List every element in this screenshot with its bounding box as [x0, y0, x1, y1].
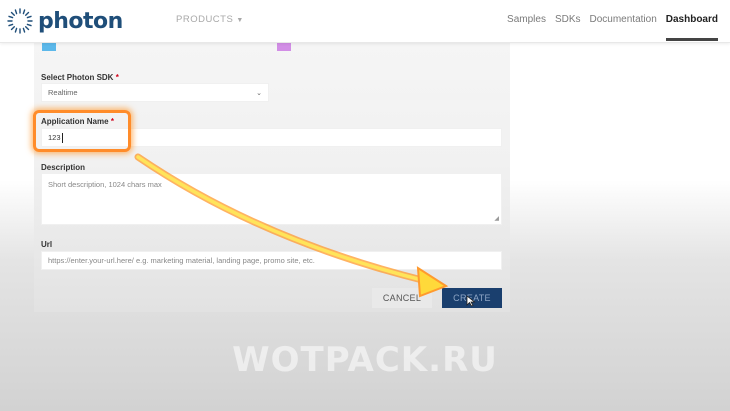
resize-handle-icon[interactable]: ◢ [494, 215, 499, 222]
nav-link-dashboard[interactable]: Dashboard [665, 14, 719, 41]
url-placeholder: https://enter.your-url.here/ e.g. market… [48, 256, 315, 265]
nav-links: Samples SDKs Documentation Dashboard [507, 14, 719, 41]
nav-link-sdks[interactable]: SDKs [555, 14, 581, 25]
photon-logo-icon [7, 8, 33, 34]
sdk-selected-value: Realtime [48, 88, 78, 97]
logo-text: photon [38, 8, 123, 34]
description-textarea[interactable]: Short description, 1024 chars max ◢ [41, 173, 502, 225]
nav-link-samples[interactable]: Samples [507, 14, 546, 25]
chevron-down-icon: ⌄ [256, 89, 262, 97]
url-label: Url [41, 240, 53, 249]
color-swatch-blue [42, 42, 56, 51]
sdk-label: Select Photon SDK * [41, 73, 119, 82]
photon-logo[interactable]: photon [6, 6, 123, 36]
products-menu[interactable]: PRODUCTS ▼ [176, 14, 244, 25]
cancel-button[interactable]: CANCEL [372, 288, 432, 308]
chevron-down-icon: ▼ [236, 17, 244, 24]
watermark: WOTPACK.RU [232, 340, 498, 380]
nav-link-documentation[interactable]: Documentation [590, 14, 657, 25]
mouse-pointer-icon [466, 295, 476, 307]
sdk-select[interactable]: Realtime ⌄ [41, 83, 269, 102]
top-navbar: photon PRODUCTS ▼ Samples SDKs Documentat… [0, 0, 730, 43]
description-placeholder: Short description, 1024 chars max [48, 180, 162, 189]
url-input[interactable]: https://enter.your-url.here/ e.g. market… [41, 251, 502, 270]
description-label: Description [41, 163, 86, 172]
color-swatch-purple [277, 42, 291, 51]
highlight-box-annotation [33, 110, 131, 152]
products-label: PRODUCTS [176, 14, 234, 25]
